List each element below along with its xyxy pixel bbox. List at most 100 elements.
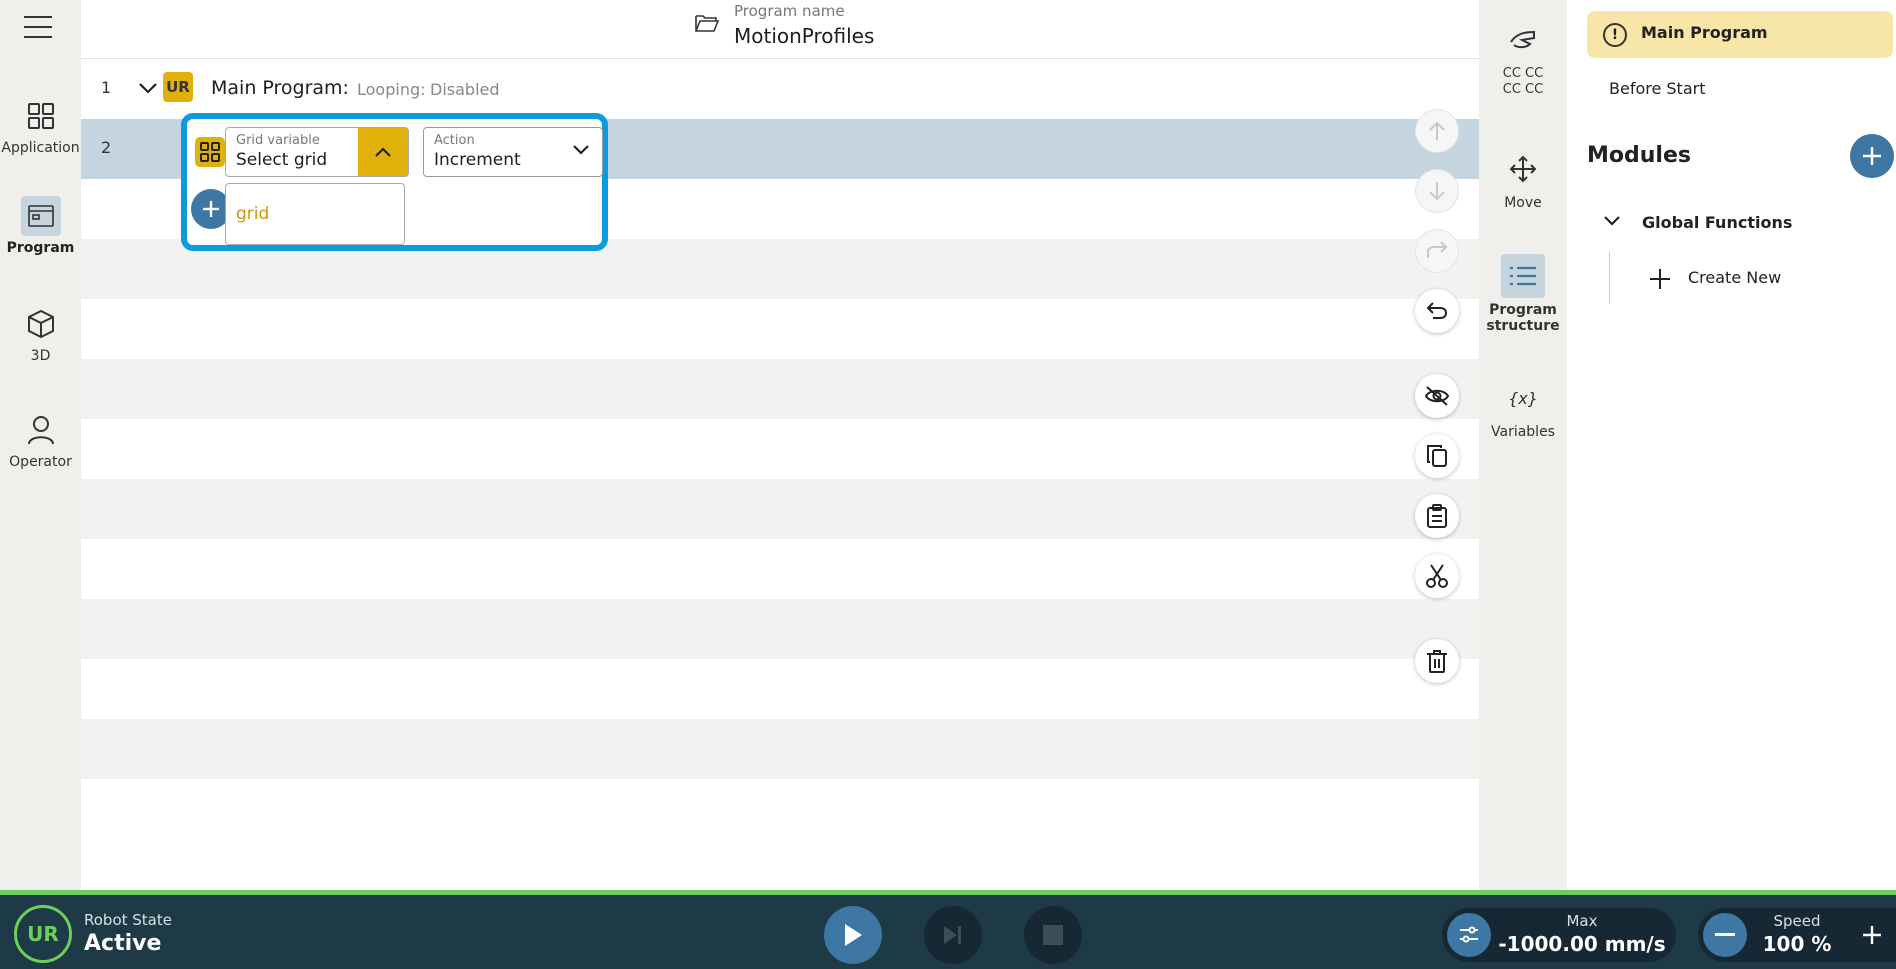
structure-panel: ! Main Program Before Start Modules Glob… <box>1567 0 1896 890</box>
main-program-label: Main Program: <box>211 77 349 99</box>
hide-button[interactable] <box>1415 374 1459 418</box>
tool-program-structure[interactable]: Program structure <box>1479 254 1567 334</box>
nav-program[interactable]: Program <box>0 196 81 256</box>
nav-program-label: Program <box>6 240 75 256</box>
grid-variable-value: Select grid <box>236 150 328 170</box>
modules-title: Modules <box>1587 143 1691 168</box>
move-down-button[interactable] <box>1415 169 1459 213</box>
program-name-value[interactable]: MotionProfiles <box>734 24 874 48</box>
program-row-empty <box>81 419 1479 479</box>
step-button[interactable] <box>924 906 982 964</box>
nav-application-label: Application <box>1 140 80 156</box>
tool-move[interactable]: Move <box>1479 147 1567 211</box>
hamburger-menu-icon[interactable] <box>24 16 52 38</box>
action-label: Action <box>434 133 475 148</box>
nav-operator-label: Operator <box>9 454 72 470</box>
max-speed-control: Max -1000.00 mm/s <box>1442 908 1676 962</box>
speed-control: Speed 100 % <box>1698 908 1896 962</box>
program-editor: Program name MotionProfiles 1 UR Main Pr… <box>81 0 1479 890</box>
grid-variable-select[interactable]: Grid variable Select grid <box>225 127 409 177</box>
nav-3d[interactable]: 3D <box>0 304 81 364</box>
cut-button[interactable] <box>1415 554 1459 598</box>
grid-variable-dropdown: grid <box>225 183 405 245</box>
bottom-status-bar: UR Robot State Active Max -1000.00 mm/s … <box>0 890 1896 969</box>
ur-logo-icon: UR <box>163 72 193 102</box>
chevron-down-icon[interactable] <box>137 77 159 99</box>
variables-icon: {x} <box>1501 376 1545 420</box>
program-row-empty <box>81 359 1479 419</box>
tool-cc[interactable]: CC CC CC CC <box>1479 18 1567 98</box>
plus-icon[interactable] <box>1649 268 1671 290</box>
sliders-icon[interactable] <box>1447 913 1491 957</box>
ur-status-logo-icon[interactable]: UR <box>14 905 72 963</box>
folder-open-icon[interactable] <box>695 13 719 33</box>
program-window-icon <box>20 196 61 236</box>
person-icon <box>21 410 61 450</box>
grid-apps-icon <box>21 96 61 136</box>
create-new-function[interactable]: Create New <box>1688 268 1781 287</box>
grid-variable-label: Grid variable <box>236 133 320 148</box>
tool-program-structure-label-2: structure <box>1486 318 1560 334</box>
nav-application[interactable]: Application <box>0 96 81 156</box>
speed-label: Speed <box>1773 912 1821 930</box>
list-icon <box>1501 254 1545 298</box>
warning-icon: ! <box>1603 23 1627 47</box>
dropdown-option-grid[interactable]: grid <box>236 204 269 224</box>
looping-label: Looping: <box>357 80 426 99</box>
line-number: 1 <box>101 78 112 97</box>
main-program-item-label: Main Program <box>1641 23 1768 42</box>
hand-icon <box>1501 18 1545 62</box>
left-navigation: Application Program 3D Operator <box>0 0 81 890</box>
grid-node-icon <box>195 137 225 167</box>
robot-state-value: Active <box>84 931 162 956</box>
nav-3d-label: 3D <box>30 348 51 364</box>
action-value: Increment <box>434 150 521 170</box>
chevron-down-icon[interactable] <box>572 144 590 156</box>
before-start-item[interactable]: Before Start <box>1609 79 1705 98</box>
program-row-empty <box>81 659 1479 719</box>
program-row-empty <box>81 539 1479 599</box>
add-module-button[interactable] <box>1850 134 1894 178</box>
max-value: -1000.00 mm/s <box>1498 932 1666 956</box>
speed-increase-button[interactable] <box>1850 913 1894 957</box>
play-button[interactable] <box>824 906 882 964</box>
variables-glyph: {x} <box>1508 388 1538 408</box>
program-name-label: Program name <box>734 2 845 20</box>
action-select[interactable]: Action Increment <box>423 127 603 177</box>
redo-button[interactable] <box>1415 229 1459 273</box>
nav-operator[interactable]: Operator <box>0 410 81 470</box>
tool-cc-label-1: CC CC <box>1502 66 1544 81</box>
undo-button[interactable] <box>1415 289 1459 333</box>
cube-icon <box>21 304 61 344</box>
speed-value: 100 % <box>1762 932 1832 956</box>
program-header: Program name MotionProfiles <box>81 0 1479 59</box>
program-row-empty <box>81 599 1479 659</box>
main-program-item[interactable]: ! Main Program <box>1587 11 1893 58</box>
tool-variables[interactable]: {x} Variables <box>1479 376 1567 441</box>
delete-button[interactable] <box>1415 639 1459 683</box>
tool-move-label: Move <box>1504 195 1542 211</box>
copy-button[interactable] <box>1415 434 1459 478</box>
move-arrows-icon <box>1501 147 1545 191</box>
program-row-empty <box>81 299 1479 359</box>
chevron-down-icon[interactable] <box>1603 214 1621 228</box>
grid-node-card[interactable]: Grid variable Select grid Action Increme… <box>181 113 608 251</box>
global-functions-label[interactable]: Global Functions <box>1642 213 1792 232</box>
tools-column: CC CC CC CC Move Program structure {x} V… <box>1479 0 1567 890</box>
stop-button[interactable] <box>1024 906 1082 964</box>
program-row-empty <box>81 479 1479 539</box>
move-up-button[interactable] <box>1415 109 1459 153</box>
tool-program-structure-label-1: Program <box>1489 302 1557 318</box>
program-row-empty <box>81 719 1479 779</box>
max-label: Max <box>1566 912 1598 930</box>
line-number: 2 <box>101 138 112 157</box>
tree-line <box>1609 252 1610 304</box>
robot-state-label: Robot State <box>84 911 172 929</box>
tool-variables-label: Variables <box>1491 424 1555 440</box>
looping-value: Disabled <box>430 80 500 99</box>
paste-button[interactable] <box>1415 494 1459 538</box>
tool-cc-label-2: CC CC <box>1502 82 1544 97</box>
chevron-up-icon[interactable] <box>358 128 408 176</box>
program-row-1[interactable]: 1 UR Main Program: Looping: Disabled <box>81 59 1479 119</box>
speed-decrease-button[interactable] <box>1703 913 1747 957</box>
